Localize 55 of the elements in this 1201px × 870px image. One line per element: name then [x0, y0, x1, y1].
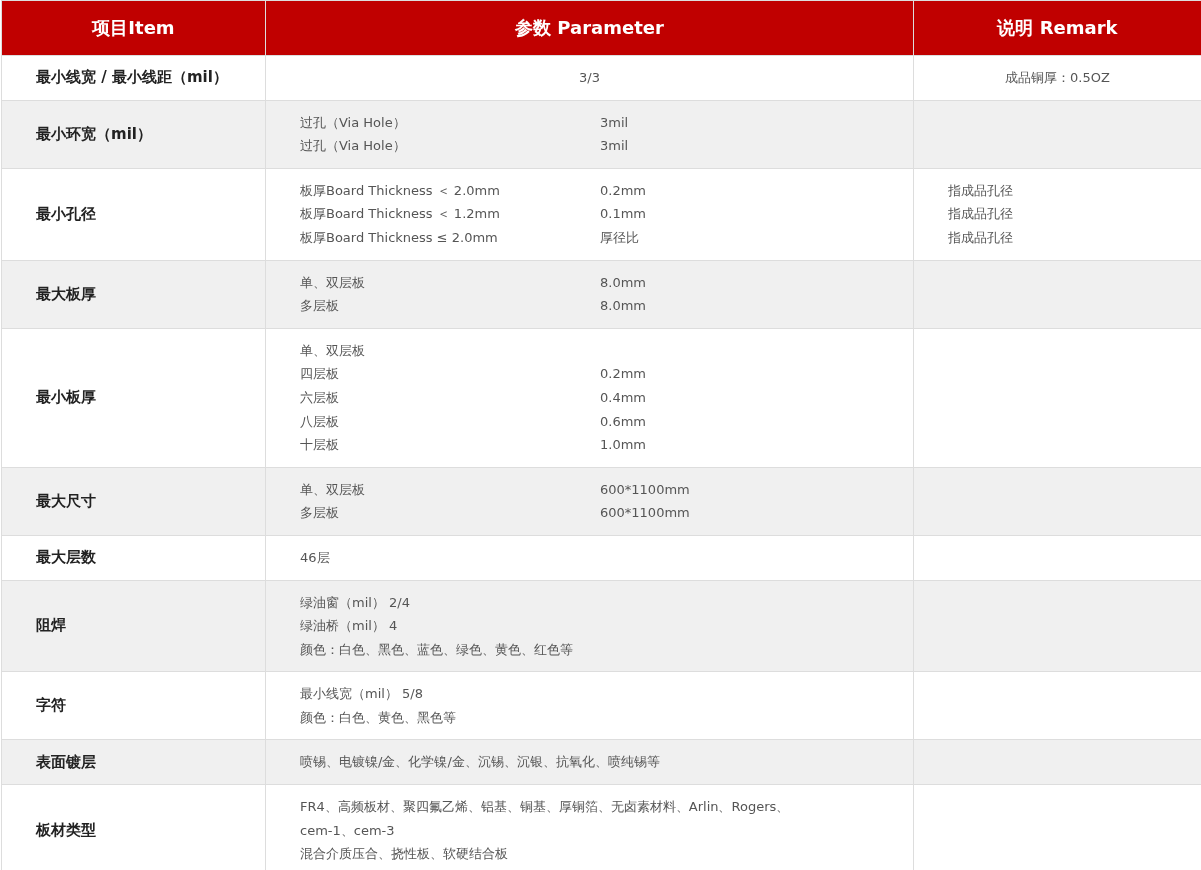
column-header: 参数 Parameter	[515, 16, 664, 40]
remark-text: 指成品孔径	[948, 228, 1013, 247]
parameter-text: 单、双层板	[300, 273, 366, 292]
parameter-text: FR4、高频板材、聚四氟乙烯、铝基、铜基、厚铜箔、无卤素材料、Arlin、Rogers、cem-1、cem-3	[300, 798, 791, 840]
parameter-text: 3/3	[579, 69, 600, 87]
parameter-text: 46层	[300, 548, 330, 567]
item-label: 最大层数	[36, 548, 96, 568]
remark-text: 指成品孔径	[948, 205, 1013, 224]
parameter-value: 1.0mm	[600, 436, 646, 455]
parameter-value: 8.0mm	[600, 273, 646, 292]
parameter-text: 板厚Board Thickness ＜ 2.0mm	[300, 181, 501, 200]
parameter-text: 板厚Board Thickness ＜ 1.2mm	[300, 205, 501, 224]
parameter-text: 绿油窗（mil） 2/4	[300, 593, 410, 612]
parameter-value: 0.6mm	[600, 412, 646, 431]
item-label: 最小孔径	[36, 204, 96, 224]
parameter-value: 8.0mm	[600, 297, 646, 316]
parameter-value: 600*1100mm	[600, 504, 690, 523]
parameter-value: 0.4mm	[600, 388, 646, 407]
parameter-value: 0.2mm	[600, 365, 646, 384]
parameter-text: 喷锡、电镀镍/金、化学镍/金、沉锡、沉银、抗氧化、喷纯锡等	[300, 753, 660, 772]
parameter-text: 颜色：白色、黑色、蓝色、绿色、黄色、红色等	[300, 640, 573, 659]
item-label: 阻焊	[36, 616, 66, 636]
column-header: 说明 Remark	[997, 16, 1118, 40]
item-label: 最小板厚	[36, 388, 96, 408]
remark-text: 成品铜厚：0.5OZ	[1005, 69, 1110, 87]
parameter-text: 单、双层板	[300, 341, 365, 360]
parameter-text: 绿油桥（mil） 4	[300, 617, 398, 636]
parameter-text: 混合介质压合、挠性板、软硬结合板	[300, 845, 508, 864]
column-header: 项目Item	[92, 16, 175, 40]
parameter-text: 过孔（Via Hole）	[300, 137, 407, 156]
parameter-text: 多层板	[300, 297, 340, 316]
parameter-text: 四层板	[300, 365, 340, 384]
parameter-value: 600*1100mm	[600, 480, 690, 499]
parameter-text: 多层板	[300, 504, 340, 523]
parameter-value: 0.1mm	[600, 205, 646, 224]
parameter-value: 0.2mm	[600, 181, 646, 200]
parameter-text: 单、双层板	[300, 480, 366, 499]
item-label: 板材类型	[36, 820, 96, 840]
item-label: 最大板厚	[36, 284, 96, 304]
item-label: 表面镀层	[36, 752, 96, 772]
parameter-text: 八层板	[300, 412, 340, 431]
item-label: 最小线宽 / 最小线距（mil）	[36, 68, 228, 88]
parameter-text: 颜色：白色、黄色、黑色等	[300, 708, 456, 727]
item-label: 最大尺寸	[36, 491, 96, 511]
parameter-text: 最小线宽（mil） 5/8	[300, 685, 423, 704]
remark-text: 指成品孔径	[948, 181, 1013, 200]
parameter-text: 六层板	[300, 388, 340, 407]
parameter-text: 十层板	[300, 436, 340, 455]
parameter-value: 3mil	[600, 137, 629, 156]
item-label: 最小环宽（mil）	[36, 124, 152, 144]
parameter-text: 过孔（Via Hole）	[300, 113, 407, 132]
parameter-value: 3mil	[600, 113, 629, 132]
item-label: 字符	[36, 696, 66, 716]
parameter-text: 板厚Board Thickness ≤ 2.0mm	[300, 228, 499, 247]
parameter-value: 厚径比	[600, 228, 639, 247]
